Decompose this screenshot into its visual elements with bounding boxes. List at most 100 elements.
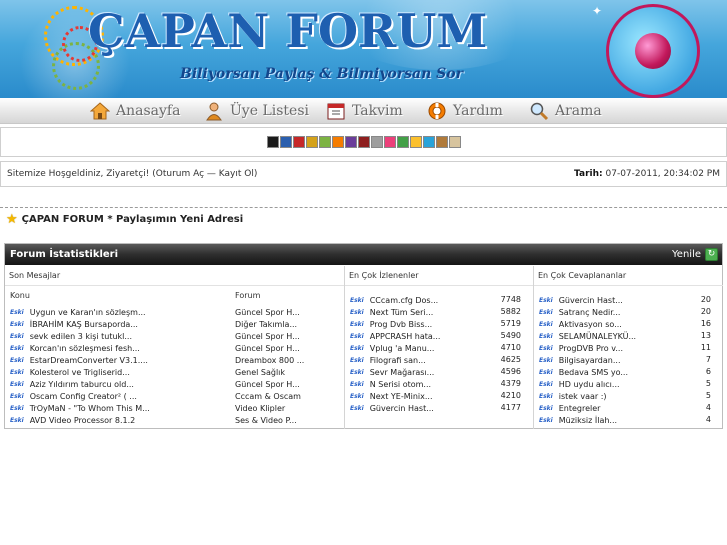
most-viewed-row[interactable]: Eski Vplug 'a Manu...	[350, 342, 434, 354]
most-replied-row[interactable]: Eski Güvercin Hast...	[539, 294, 623, 306]
most-viewed-topic-link[interactable]: N Serisi otom...	[370, 380, 431, 389]
post-topic-link[interactable]: Aziz Yıldırım taburcu old...	[30, 380, 134, 389]
post-forum-link[interactable]: Güncel Spor H...	[235, 342, 300, 354]
post-forum-link[interactable]: Video Klipler	[235, 402, 285, 414]
most-viewed-row[interactable]: Eski APPCRASH hata...	[350, 330, 440, 342]
most-viewed-row[interactable]: Eski Filografi san...	[350, 354, 426, 366]
most-viewed-topic-link[interactable]: Sevr Mağarası...	[370, 368, 435, 377]
nav-home[interactable]: Anasayfa	[89, 100, 180, 122]
most-viewed-topic-link[interactable]: CCcam.cfg Dos...	[370, 296, 439, 305]
nav-member-list[interactable]: Üye Listesi	[204, 100, 309, 122]
most-replied-topic-link[interactable]: Bedava SMS yo...	[559, 368, 628, 377]
latest-post-row[interactable]: Eski İBRAHİM KAŞ Bursaporda...	[10, 318, 138, 330]
most-replied-row[interactable]: Eski SELAMÜNALEYKÜ...	[539, 330, 636, 342]
most-viewed-row[interactable]: Eski Prog Dvb Biss...	[350, 318, 432, 330]
post-topic-link[interactable]: EstarDreamConverter V3.1....	[30, 356, 148, 365]
latest-post-row[interactable]: Eski Aziz Yıldırım taburcu old...	[10, 378, 134, 390]
most-replied-row[interactable]: Eski ProgDVB Pro v...	[539, 342, 623, 354]
home-icon	[89, 101, 111, 121]
forum-banner[interactable]: ÇAPAN FORUM Biliyorsan Paylaş & Bilmiyor…	[0, 0, 727, 98]
theme-swatch[interactable]	[409, 136, 422, 148]
most-replied-topic-link[interactable]: Müziksiz İlah...	[559, 416, 617, 425]
post-forum-link[interactable]: Güncel Spor H...	[235, 306, 300, 318]
most-viewed-topic-link[interactable]: Güvercin Hast...	[370, 404, 434, 413]
most-replied-topic-link[interactable]: Güvercin Hast...	[559, 296, 623, 305]
latest-post-row[interactable]: Eski Uygun ve Karan'ın sözleşm...	[10, 306, 146, 318]
theme-swatch[interactable]	[305, 136, 318, 148]
welcome-text[interactable]: Sitemize Hoşgeldiniz, Ziyaretçi! (Oturum…	[7, 169, 257, 179]
most-replied-row[interactable]: Eski Entegreler	[539, 402, 600, 414]
most-replied-row[interactable]: Eski Bedava SMS yo...	[539, 366, 628, 378]
latest-post-row[interactable]: Eski Oscam Config Creator² ( ...	[10, 390, 137, 402]
theme-swatch[interactable]	[279, 136, 292, 148]
post-forum-link[interactable]: Ses & Video P...	[235, 414, 297, 426]
most-replied-row[interactable]: Eski HD uydu alıcı...	[539, 378, 620, 390]
post-topic-link[interactable]: İBRAHİM KAŞ Bursaporda...	[30, 320, 138, 329]
nav-search[interactable]: Arama	[529, 100, 602, 122]
most-viewed-row[interactable]: Eski Sevr Mağarası...	[350, 366, 434, 378]
most-viewed-topic-link[interactable]: Filografi san...	[370, 356, 426, 365]
most-replied-topic-link[interactable]: Aktivasyon so...	[559, 320, 622, 329]
latest-post-row[interactable]: Eski TrOyMaN - "To Whom This M...	[10, 402, 150, 414]
post-forum-link[interactable]: Diğer Takımla...	[235, 318, 297, 330]
most-replied-topic-link[interactable]: Satranç Nedir...	[559, 308, 621, 317]
most-replied-topic-link[interactable]: Bilgisayardan...	[559, 356, 621, 365]
latest-post-row[interactable]: Eski sevk edilen 3 kişi tutukl...	[10, 330, 132, 342]
theme-swatch[interactable]	[357, 136, 370, 148]
latest-post-row[interactable]: Eski Kolesterol ve Trigliserid...	[10, 366, 130, 378]
most-replied-topic-link[interactable]: HD uydu alıcı...	[559, 380, 620, 389]
most-viewed-row[interactable]: Eski Next YE-Minix...	[350, 390, 433, 402]
refresh-button[interactable]: Yenile ↻	[672, 248, 718, 261]
post-topic-link[interactable]: Oscam Config Creator² ( ...	[30, 392, 137, 401]
theme-swatch[interactable]	[370, 136, 383, 148]
most-replied-topic-link[interactable]: Entegreler	[559, 404, 601, 413]
latest-post-row[interactable]: Eski EstarDreamConverter V3.1....	[10, 354, 148, 366]
theme-swatch[interactable]	[422, 136, 435, 148]
theme-swatch[interactable]	[331, 136, 344, 148]
latest-post-row[interactable]: Eski Korcan'ın sözleşmesi fesh...	[10, 342, 140, 354]
most-viewed-topic-link[interactable]: Next Tüm Seri...	[370, 308, 434, 317]
most-replied-topic-link[interactable]: ProgDVB Pro v...	[559, 344, 623, 353]
most-replied-row[interactable]: Eski istek vaar :)	[539, 390, 607, 402]
old-badge: Eski	[10, 404, 24, 412]
post-topic-link[interactable]: Uygun ve Karan'ın sözleşm...	[30, 308, 146, 317]
theme-swatch[interactable]	[292, 136, 305, 148]
most-replied-topic-link[interactable]: SELAMÜNALEYKÜ...	[559, 332, 636, 341]
most-replied-row[interactable]: Eski Müziksiz İlah...	[539, 414, 617, 426]
post-forum-link[interactable]: Genel Sağlık	[235, 366, 285, 378]
post-forum-link[interactable]: Güncel Spor H...	[235, 378, 300, 390]
latest-post-row[interactable]: Eski AVD Video Processor 8.1.2	[10, 414, 135, 426]
most-viewed-topic-link[interactable]: Vplug 'a Manu...	[370, 344, 435, 353]
nav-calendar[interactable]: Takvim	[326, 100, 403, 122]
most-replied-row[interactable]: Eski Satranç Nedir...	[539, 306, 620, 318]
theme-swatch[interactable]	[435, 136, 448, 148]
most-viewed-topic-link[interactable]: Next YE-Minix...	[370, 392, 433, 401]
post-forum-link[interactable]: Cccam & Oscam	[235, 390, 301, 402]
most-viewed-row[interactable]: Eski CCcam.cfg Dos...	[350, 294, 438, 306]
most-replied-row[interactable]: Eski Aktivasyon so...	[539, 318, 622, 330]
most-viewed-topic-link[interactable]: Prog Dvb Biss...	[370, 320, 433, 329]
old-badge: Eski	[539, 296, 553, 304]
most-replied-row[interactable]: Eski Bilgisayardan...	[539, 354, 621, 366]
most-replied-topic-link[interactable]: istek vaar :)	[559, 392, 607, 401]
post-topic-link[interactable]: AVD Video Processor 8.1.2	[30, 416, 136, 425]
post-topic-link[interactable]: Kolesterol ve Trigliserid...	[30, 368, 130, 377]
theme-swatch[interactable]	[396, 136, 409, 148]
most-viewed-row[interactable]: Eski Next Tüm Seri...	[350, 306, 433, 318]
announcement[interactable]: ★ ÇAPAN FORUM * Paylaşımın Yeni Adresi	[6, 211, 243, 227]
post-forum-link[interactable]: Güncel Spor H...	[235, 330, 300, 342]
most-replied-count: 4	[705, 415, 711, 424]
most-viewed-row[interactable]: Eski Güvercin Hast...	[350, 402, 434, 414]
theme-swatch[interactable]	[266, 136, 279, 148]
post-topic-link[interactable]: sevk edilen 3 kişi tutukl...	[30, 332, 132, 341]
theme-swatch[interactable]	[344, 136, 357, 148]
post-topic-link[interactable]: Korcan'ın sözleşmesi fesh...	[30, 344, 140, 353]
theme-swatch[interactable]	[448, 136, 461, 148]
theme-swatch[interactable]	[318, 136, 331, 148]
nav-help[interactable]: Yardım	[427, 100, 503, 122]
post-topic-link[interactable]: TrOyMaN - "To Whom This M...	[30, 404, 150, 413]
most-viewed-topic-link[interactable]: APPCRASH hata...	[370, 332, 441, 341]
most-viewed-row[interactable]: Eski N Serisi otom...	[350, 378, 431, 390]
post-forum-link[interactable]: Dreambox 800 ...	[235, 354, 304, 366]
theme-swatch[interactable]	[383, 136, 396, 148]
